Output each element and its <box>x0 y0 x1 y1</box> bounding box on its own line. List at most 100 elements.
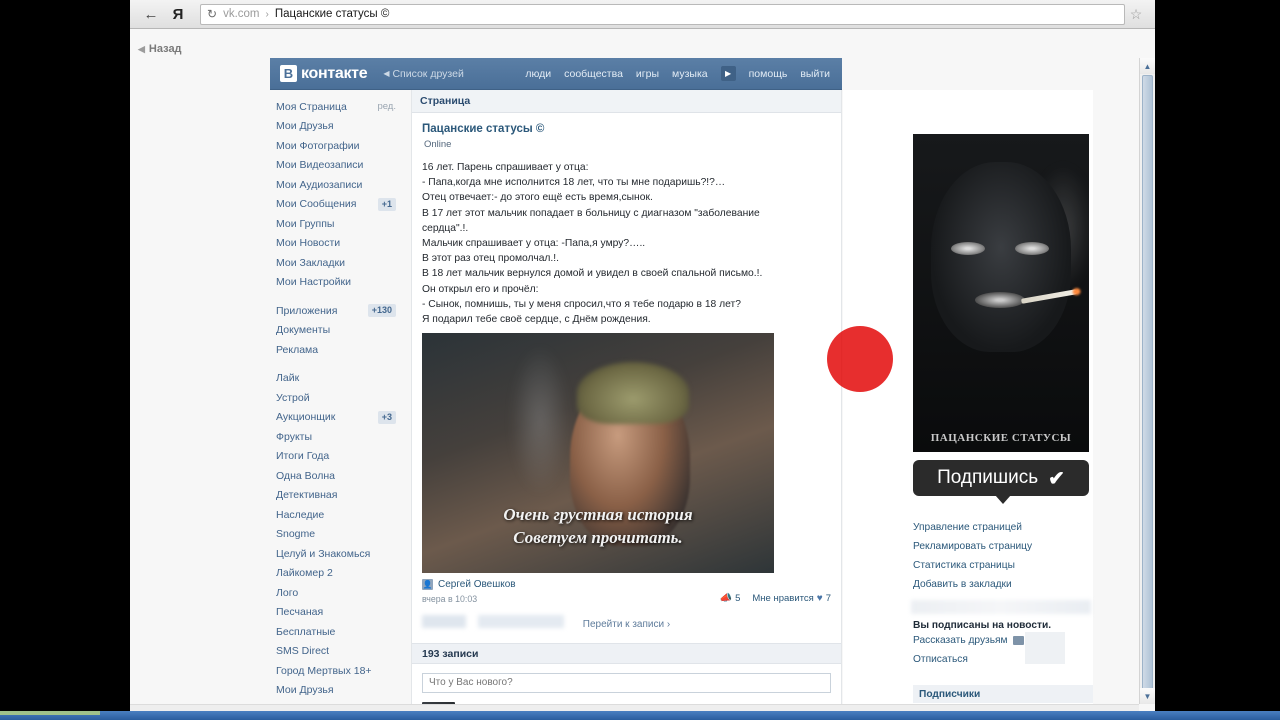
image-hair <box>576 362 689 425</box>
vk-logo[interactable]: В контакте <box>280 65 368 83</box>
sidebar-item-my-groups[interactable]: Мои Группы <box>276 214 404 234</box>
nav-item-help[interactable]: помощь <box>749 68 788 80</box>
sidebar-item-my-photos[interactable]: Мои Фотографии <box>276 136 404 156</box>
sidebar-item-ustroy[interactable]: Устрой <box>276 388 404 408</box>
sidebar-divider <box>276 292 404 301</box>
sidebar-item-apps[interactable]: Приложения +130 <box>276 301 404 321</box>
post-line: Я подарил тебе своё сердце, с Днём рожде… <box>422 314 651 326</box>
scroll-down-arrow-icon[interactable]: ▼ <box>1140 688 1155 704</box>
link-advertise-page[interactable]: Рекламировать страницу <box>913 537 1093 556</box>
browser-window: ← Я ↻ vk.com › Пацанские статусы © ☆ ◀ Н… <box>130 0 1155 712</box>
sidebar-item-my-bookmarks[interactable]: Мои Закладки <box>276 253 404 273</box>
sidebar-item-logo[interactable]: Лого <box>276 583 404 603</box>
sidebar-item-detective[interactable]: Детективная <box>276 486 404 506</box>
link-add-bookmark[interactable]: Добавить в закладки <box>913 575 1093 594</box>
sidebar-item-label: Мои Друзья <box>276 684 334 697</box>
post-line: сердца".!. <box>422 222 469 234</box>
sidebar-item-kiss-meet[interactable]: Целуй и Знакомься <box>276 544 404 564</box>
group-title[interactable]: Пацанские статусы © <box>422 123 831 135</box>
scrollbar-thumb[interactable] <box>1142 75 1153 695</box>
subscribers-header-label: Подписчики <box>919 688 981 700</box>
reload-icon[interactable]: ↻ <box>207 7 217 21</box>
group-photo[interactable]: ПАЦАНСКИЕ СТАТУСЫ <box>913 134 1089 452</box>
image-caption-line1: Очень грустная история <box>503 505 693 525</box>
post-author-name[interactable]: Сергей Овешков <box>438 579 516 590</box>
back-link[interactable]: ◀ Назад <box>138 43 182 55</box>
sidebar-item-my-friends-2[interactable]: Мои Друзья <box>276 681 404 701</box>
sidebar-item-my-videos[interactable]: Мои Видеозаписи <box>276 156 404 176</box>
nav-item-logout[interactable]: выйти <box>800 68 830 80</box>
page-viewport: ◀ Назад В контакте ◀ Список друзей люди … <box>130 29 1155 712</box>
sidebar-item-year-results[interactable]: Итоги Года <box>276 447 404 467</box>
like-label: Мне нравится <box>752 593 814 605</box>
sidebar-item-peschanaya[interactable]: Песчаная <box>276 603 404 623</box>
like-action[interactable]: Мне нравится ♥ 7 <box>752 593 831 604</box>
sidebar-edit-link[interactable]: ред. <box>377 101 396 112</box>
sidebar-item-one-wave[interactable]: Одна Волна <box>276 466 404 486</box>
share-count: 5 <box>735 593 741 605</box>
sidebar-item-label: Мои Группы <box>276 217 335 230</box>
sidebar-item-label: Мои Друзья <box>276 120 334 133</box>
sidebar-item-label: Итоги Года <box>276 450 330 463</box>
sidebar-item-my-messages[interactable]: Мои Сообщения +1 <box>276 195 404 215</box>
new-post-input[interactable] <box>422 672 831 693</box>
post-timestamp: вчера в 10:03 <box>422 593 478 604</box>
back-arrow-icon[interactable]: ← <box>138 4 164 24</box>
tab-page[interactable]: Страница <box>420 95 470 107</box>
like-count: 7 <box>825 593 831 605</box>
sidebar-item-my-settings[interactable]: Мои Настройки <box>276 273 404 293</box>
friends-list-label: Список друзей <box>392 67 464 80</box>
sidebar-item-likemeter2[interactable]: Лайкомер 2 <box>276 564 404 584</box>
nav-item-people[interactable]: люди <box>525 68 551 80</box>
link-page-stats[interactable]: Статистика страницы <box>913 556 1093 575</box>
sidebar-item-my-audio[interactable]: Мои Аудиозаписи <box>276 175 404 195</box>
chevron-right-icon[interactable]: ▶ <box>720 66 736 81</box>
goto-post-link[interactable]: Перейти к записи › <box>583 619 670 630</box>
post-image[interactable]: Очень грустная история Советуем прочитат… <box>422 333 774 574</box>
sidebar-item-city-of-dead[interactable]: Город Мертвых 18+ <box>276 661 404 681</box>
sidebar-item-heritage[interactable]: Наследие <box>276 505 404 525</box>
vertical-scrollbar[interactable]: ▲ ▼ <box>1139 58 1155 704</box>
blurred-element <box>478 615 564 629</box>
back-triangle-icon: ◀ <box>138 43 145 54</box>
sidebar-item-my-page[interactable]: Моя Страница ред. <box>276 97 404 117</box>
star-icon[interactable]: ☆ <box>1125 6 1147 23</box>
nav-item-games[interactable]: игры <box>636 68 659 80</box>
post-author-row: 👤 Сергей Овешков <box>422 579 831 591</box>
sidebar-item-documents[interactable]: Документы <box>276 321 404 341</box>
link-tell-friends[interactable]: Рассказать друзьям <box>913 631 1093 650</box>
sidebar-item-label: Город Мертвых 18+ <box>276 664 372 677</box>
blurred-element <box>422 615 466 629</box>
friends-list-link[interactable]: ◀ Список друзей <box>383 68 464 80</box>
nav-item-music[interactable]: музыка <box>672 68 708 80</box>
photo-eye-left <box>951 242 985 255</box>
subscribe-tooltip[interactable]: Подпишись ✔ <box>913 460 1089 504</box>
sidebar-item-label: Устрой <box>276 391 310 404</box>
records-count-label: 193 записи <box>422 647 479 660</box>
sidebar-item-fruits[interactable]: Фрукты <box>276 427 404 447</box>
sidebar-item-auctioneer[interactable]: Аукционщик +3 <box>276 408 404 428</box>
goto-post-label: Перейти к записи <box>582 618 665 630</box>
sidebar-item-snogme[interactable]: Snogme <box>276 525 404 545</box>
scroll-up-arrow-icon[interactable]: ▲ <box>1140 58 1155 74</box>
share-action[interactable]: 📣 5 <box>720 593 741 604</box>
link-manage-page[interactable]: Управление страницей <box>913 518 1093 537</box>
post-stats-row: вчера в 10:03 📣 5 Мне нравится ♥ 7 <box>422 593 831 604</box>
sidebar-item-label: Фрукты <box>276 430 313 443</box>
sidebar-item-like[interactable]: Лайк <box>276 369 404 389</box>
sidebar-item-label: Моя Страница <box>276 100 347 113</box>
chevron-left-icon: ◀ <box>383 69 390 78</box>
sidebar-item-sms-direct[interactable]: SMS Direct <box>276 642 404 662</box>
sidebar-item-my-friends[interactable]: Мои Друзья <box>276 117 404 137</box>
yandex-logo[interactable]: Я <box>164 4 192 24</box>
sidebar-item-label: Мои Фотографии <box>276 139 360 152</box>
sidebar-item-my-news[interactable]: Мои Новости <box>276 234 404 254</box>
post-line: - Сынок, помнишь, ты у меня спросил,что … <box>422 298 741 310</box>
nav-item-communities[interactable]: сообщества <box>564 68 623 80</box>
link-unsubscribe[interactable]: Отписаться <box>913 650 1093 669</box>
address-bar[interactable]: ↻ vk.com › Пацанские статусы © <box>200 3 1125 25</box>
share-icon: 📣 <box>719 593 733 605</box>
sidebar-item-free[interactable]: Бесплатные <box>276 622 404 642</box>
sidebar-item-ads[interactable]: Реклама <box>276 340 404 360</box>
content-tabstrip: Страница <box>412 90 841 113</box>
